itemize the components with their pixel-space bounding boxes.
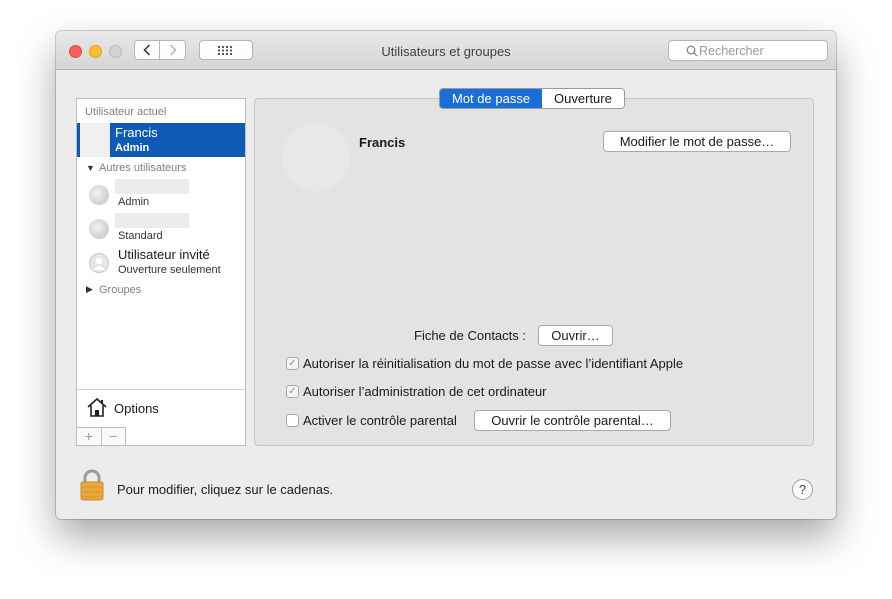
add-remove-control: + −: [76, 427, 126, 446]
avatar: [80, 123, 110, 157]
avatar: [89, 219, 109, 239]
sidebar-item-guest-user[interactable]: Utilisateur invité Ouverture seulement: [77, 247, 245, 281]
title-bar: Utilisateurs et groupes Rechercher: [56, 31, 836, 70]
current-user-header: Utilisateur actuel: [85, 106, 167, 118]
open-parental-controls-button[interactable]: Ouvrir le contrôle parental…: [474, 410, 671, 431]
sidebar-item-current-user[interactable]: Francis Admin: [77, 123, 245, 157]
user-role: Ouverture seulement: [118, 264, 221, 276]
user-role: Standard: [118, 230, 163, 242]
user-picture[interactable]: [282, 123, 350, 191]
apple-id-reset-checkbox[interactable]: ✓: [286, 357, 299, 370]
other-users-header: Autres utilisateurs: [99, 162, 187, 174]
help-button[interactable]: ?: [792, 479, 813, 500]
current-user-role: Admin: [115, 142, 150, 154]
redacted-name: [115, 213, 189, 228]
admin-checkbox[interactable]: ✓: [286, 385, 299, 398]
user-name: Utilisateur invité: [118, 247, 210, 262]
lock-icon[interactable]: [79, 468, 105, 502]
apple-id-reset-label[interactable]: Autoriser la réinitialisation du mot de …: [303, 356, 683, 371]
tab-password[interactable]: Mot de passe: [440, 89, 543, 108]
add-user-button[interactable]: +: [77, 428, 102, 445]
sidebar-item-user[interactable]: Admin: [77, 179, 245, 213]
house-icon: [87, 397, 107, 417]
login-options-item[interactable]: Options: [77, 389, 245, 426]
divider: [126, 445, 246, 446]
admin-label[interactable]: Autoriser l’administration de cet ordina…: [303, 384, 547, 399]
groups-label[interactable]: Groupes: [99, 284, 141, 296]
disclosure-closed-icon[interactable]: ▶: [86, 284, 93, 295]
open-contacts-button[interactable]: Ouvrir…: [538, 325, 613, 346]
remove-user-button[interactable]: −: [102, 428, 126, 445]
user-full-name: Francis: [359, 135, 406, 150]
tab-bar: Mot de passe Ouverture: [439, 88, 625, 109]
search-placeholder: Rechercher: [699, 43, 764, 58]
redacted-name: [115, 179, 189, 194]
preferences-window: Utilisateurs et groupes Rechercher Utili…: [56, 31, 836, 519]
search-icon: [686, 45, 698, 57]
tab-login-items[interactable]: Ouverture: [542, 89, 624, 108]
guest-avatar-icon: [89, 253, 109, 273]
contacts-card-label: Fiche de Contacts :: [414, 328, 526, 343]
user-role: Admin: [118, 196, 150, 208]
search-field[interactable]: Rechercher: [668, 40, 828, 61]
parental-controls-label[interactable]: Activer le contrôle parental: [303, 413, 457, 428]
disclosure-open-icon[interactable]: ▼: [86, 163, 95, 173]
options-label: Options: [114, 401, 159, 416]
parental-controls-checkbox[interactable]: [286, 414, 299, 427]
current-user-name: Francis: [115, 125, 158, 140]
avatar: [89, 185, 109, 205]
users-sidebar: Utilisateur actuel Francis Admin ▼ Autre…: [76, 98, 246, 446]
change-password-button[interactable]: Modifier le mot de passe…: [603, 131, 791, 152]
lock-instructions: Pour modifier, cliquez sur le cadenas.: [117, 482, 334, 497]
sidebar-item-user[interactable]: Standard: [77, 213, 245, 247]
